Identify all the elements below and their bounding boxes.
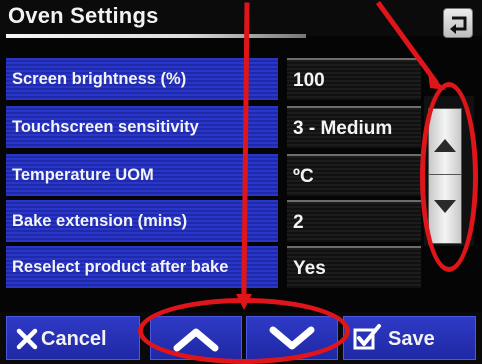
setting-value[interactable]: 2: [287, 200, 421, 242]
cancel-label: Cancel: [41, 328, 107, 350]
header: Oven Settings: [0, 0, 482, 38]
save-button[interactable]: Save: [343, 316, 476, 360]
oven-settings-screen: Oven Settings Screen brightness (%) 100 …: [0, 0, 482, 364]
setting-value[interactable]: Yes: [287, 246, 421, 288]
save-label: Save: [388, 328, 435, 350]
setting-label: Reselect product after bake: [6, 246, 278, 288]
x-icon: [16, 328, 38, 350]
setting-label: Temperature UOM: [6, 154, 278, 196]
checkbox-icon: [353, 324, 381, 350]
setting-value[interactable]: ºC: [287, 154, 421, 196]
setting-value[interactable]: 100: [287, 58, 421, 100]
return-arrow-icon: [450, 16, 467, 34]
setting-label: Screen brightness (%): [6, 58, 278, 100]
annotation-arrowhead-left: [236, 294, 252, 310]
setting-value[interactable]: 3 - Medium: [287, 106, 421, 148]
title-underline: [6, 34, 306, 38]
back-button[interactable]: [443, 8, 473, 38]
annotation-arrowhead-right: [428, 72, 446, 90]
cancel-button[interactable]: Cancel: [6, 316, 140, 360]
setting-label: Bake extension (mins): [6, 200, 278, 242]
setting-label: Touchscreen sensitivity: [6, 106, 278, 148]
annotation-ellipse-scroll: [420, 82, 478, 272]
page-title: Oven Settings: [8, 3, 159, 28]
